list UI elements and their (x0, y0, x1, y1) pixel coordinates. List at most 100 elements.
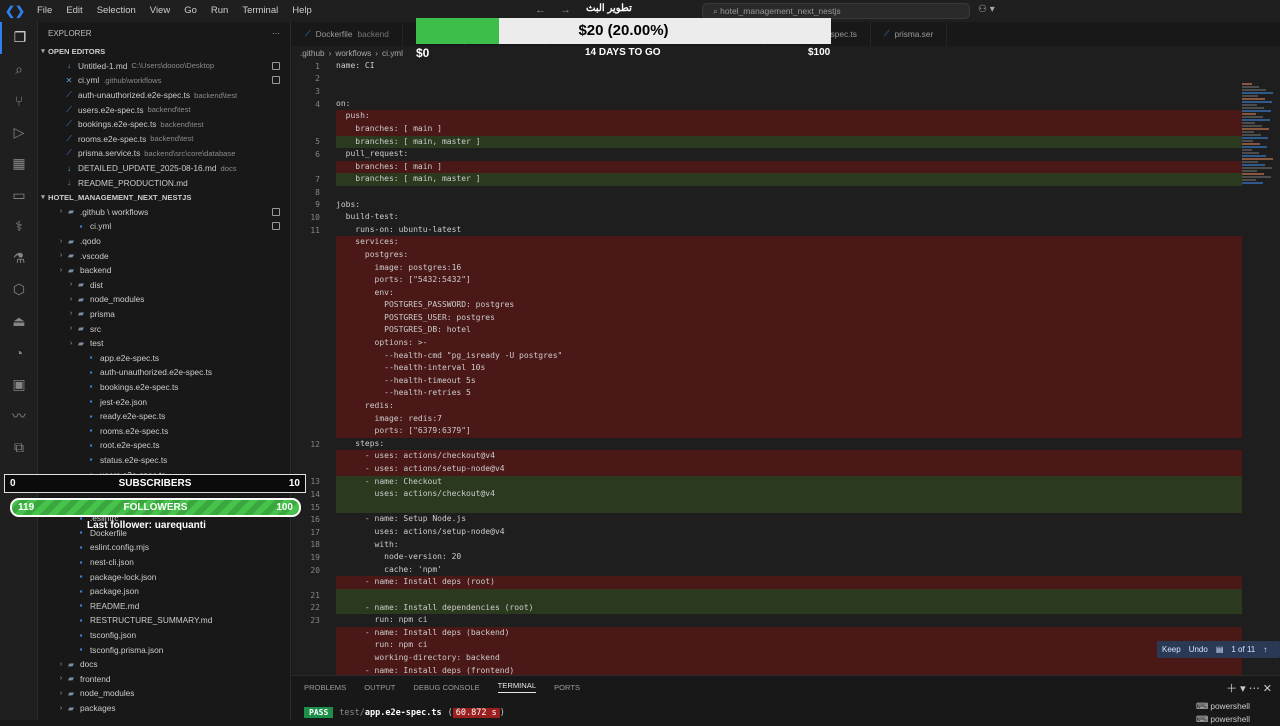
code-line[interactable]: 13 - name: Checkout (292, 475, 1280, 489)
code-line[interactable]: 16 - name: Setup Node.js (292, 513, 1280, 526)
code-line[interactable]: ports: ["6379:6379"] (292, 425, 1280, 438)
breadcrumb-item[interactable]: .github (300, 49, 325, 58)
graph-icon[interactable]: 〰 (0, 400, 38, 432)
code-line[interactable]: 6 pull_request: (292, 148, 1280, 161)
menu-item-selection[interactable]: Selection (90, 0, 143, 22)
code-line[interactable]: image: redis:7 (292, 412, 1280, 426)
tree-item[interactable]: ▪ auth-unauthorized.e2e-spec.ts (38, 365, 290, 380)
tree-item[interactable]: › ▰ backend (38, 263, 290, 278)
chat-icon[interactable]: ◔ (0, 337, 38, 369)
python-icon[interactable]: ⚕ (0, 211, 38, 243)
tree-item[interactable]: ▪ app.e2e-spec.ts (38, 350, 290, 365)
code-line[interactable]: 14 uses: actions/checkout@v4 (292, 488, 1280, 501)
tree-item[interactable]: ▪ ci.yml (38, 219, 290, 234)
code-line[interactable]: options: >- (292, 337, 1280, 350)
code-line[interactable]: env: (292, 286, 1280, 300)
remote-explorer-icon[interactable]: ▭ (0, 180, 38, 212)
code-line[interactable]: --health-retries 5 (292, 387, 1280, 401)
editor-tab[interactable]: ⟋ prisma.ser (871, 22, 948, 46)
tree-item[interactable]: › ▰ .qodo (38, 234, 290, 249)
code-line[interactable]: 8 (292, 186, 1280, 199)
copilot-icon[interactable]: ⚇ ▾ (978, 4, 995, 15)
containers-icon[interactable]: ⬡ (0, 274, 38, 306)
code-line[interactable]: push: (292, 110, 1280, 123)
tree-item[interactable]: › ▰ docs (38, 657, 290, 672)
tree-item[interactable]: ▪ eslint.config.mjs (38, 540, 290, 555)
panel-tab-output[interactable]: OUTPUT (364, 683, 395, 692)
search-icon[interactable]: ⌕ (0, 54, 38, 86)
menu-item-help[interactable]: Help (285, 0, 319, 22)
project-section[interactable]: ▾ HOTEL_MANAGEMENT_NEXT_NESTJS (38, 190, 290, 205)
tree-item[interactable]: › ▰ dist (38, 278, 290, 293)
add-terminal-icon[interactable]: ＋ ▾ ⋯ ✕ (1226, 680, 1272, 696)
code-line[interactable]: 2 (292, 73, 1280, 86)
code-line[interactable]: 1 name: CI (292, 60, 1280, 73)
tree-item[interactable]: › ▰ prisma (38, 307, 290, 322)
tree-item[interactable]: › ▰ frontend (38, 672, 290, 687)
code-line[interactable]: postgres: (292, 248, 1280, 262)
extensions-icon[interactable]: ▦ (0, 148, 38, 180)
panel-tab-debug-console[interactable]: DEBUG CONSOLE (413, 683, 479, 692)
tree-item[interactable]: › ▰ node_modules (38, 292, 290, 307)
keep-button[interactable]: Keep (1162, 645, 1181, 654)
code-line[interactable]: 20 cache: 'npm' (292, 564, 1280, 577)
open-editor-item[interactable]: ⟋ prisma.service.ts backend\src\core\datab… (38, 146, 290, 161)
panel-tab-problems[interactable]: PROBLEMS (304, 683, 346, 692)
code-line[interactable]: --health-cmd "pg_isready -U postgres" (292, 349, 1280, 363)
code-line[interactable]: working-directory: backend (292, 651, 1280, 665)
code-line[interactable]: redis: (292, 400, 1280, 413)
editor-tab[interactable]: ⟋ Dockerfile backend (292, 22, 403, 46)
code-line[interactable]: POSTGRES_USER: postgres (292, 311, 1280, 325)
tree-item[interactable]: ▪ ready.e2e-spec.ts (38, 409, 290, 424)
tree-item[interactable]: ▪ package.json (38, 584, 290, 599)
code-line[interactable]: 19 node-version: 20 (292, 551, 1280, 564)
open-editor-item[interactable]: ⟋ users.e2e-spec.ts backend\test (38, 102, 290, 117)
more-icon[interactable]: ··· (272, 29, 280, 38)
code-line[interactable]: POSTGRES_PASSWORD: postgres (292, 299, 1280, 312)
code-line[interactable]: - uses: actions/setup-node@v4 (292, 463, 1280, 476)
tree-item[interactable]: ▪ package-lock.json (38, 569, 290, 584)
open-editor-item[interactable]: ↓ README_PRODUCTION.md (38, 175, 290, 190)
code-line[interactable]: 23 run: npm ci (292, 614, 1280, 627)
code-line[interactable]: image: postgres:16 (292, 261, 1280, 275)
tree-item[interactable]: ▪ RESTRUCTURE_SUMMARY.md (38, 613, 290, 628)
code-line[interactable]: 18 with: (292, 539, 1280, 552)
tree-item[interactable]: ▪ README.md (38, 599, 290, 614)
diff-icon[interactable]: ▤ (1216, 645, 1224, 654)
arrow-up-icon[interactable]: ↑ (1263, 645, 1267, 654)
code-line[interactable]: 4 on: (292, 98, 1280, 111)
panel-tab-ports[interactable]: PORTS (554, 683, 580, 692)
menu-item-run[interactable]: Run (204, 0, 235, 22)
breadcrumb-item[interactable]: workflows (335, 49, 371, 58)
tree-item[interactable]: › ▰ test (38, 336, 290, 351)
terminal-icon[interactable]: ▣ (0, 369, 38, 401)
panel-tab-terminal[interactable]: TERMINAL (497, 681, 537, 693)
code-line[interactable]: 10 build-test: (292, 211, 1280, 224)
code-line[interactable]: 17 uses: actions/setup-node@v4 (292, 526, 1280, 539)
deploy-icon[interactable]: ⏏ (0, 306, 38, 338)
code-line[interactable]: run: npm ci (292, 639, 1280, 652)
tree-item[interactable]: › ▰ packages (38, 701, 290, 716)
code-line[interactable]: 5 branches: [ main, master ] (292, 135, 1280, 149)
command-center[interactable]: ⌕ hotel_management_next_nestjs (702, 3, 970, 19)
forward-arrow-icon[interactable]: → (560, 4, 571, 16)
menu-item-terminal[interactable]: Terminal (235, 0, 285, 22)
code-line[interactable]: 9 jobs: (292, 199, 1280, 212)
tree-item[interactable]: › ▰ .github \ workflows (38, 205, 290, 220)
open-editor-item[interactable]: ↓ DETAILED_UPDATE_2025-08-16.md docs (38, 161, 290, 176)
tree-item[interactable]: ▪ tsconfig.prisma.json (38, 642, 290, 657)
code-view[interactable]: 1 name: CI 2 3 4 on: push: branches: [ main ]… (292, 60, 1280, 675)
tree-item[interactable]: ▪ bookings.e2e-spec.ts (38, 380, 290, 395)
code-line[interactable]: 22 - name: Install dependencies (root) (292, 601, 1280, 615)
dependencies-icon[interactable]: ⧉ (0, 432, 38, 464)
tree-item[interactable]: › ▰ .vscode (38, 248, 290, 263)
undo-button[interactable]: Undo (1189, 645, 1208, 654)
code-line[interactable]: 15 (292, 500, 1280, 514)
explorer-icon[interactable]: ❐ (0, 22, 38, 54)
open-editor-item[interactable]: ↓ Untitled-1.md C:\Users\doooo\Desktop (38, 59, 290, 74)
code-line[interactable]: - name: Install deps (root) (292, 576, 1280, 589)
code-line[interactable]: 3 (292, 85, 1280, 98)
breadcrumb-item[interactable]: ci.yml (382, 49, 403, 58)
code-line[interactable]: 11 runs-on: ubuntu-latest (292, 224, 1280, 237)
code-line[interactable]: - name: Install deps (backend) (292, 626, 1280, 640)
